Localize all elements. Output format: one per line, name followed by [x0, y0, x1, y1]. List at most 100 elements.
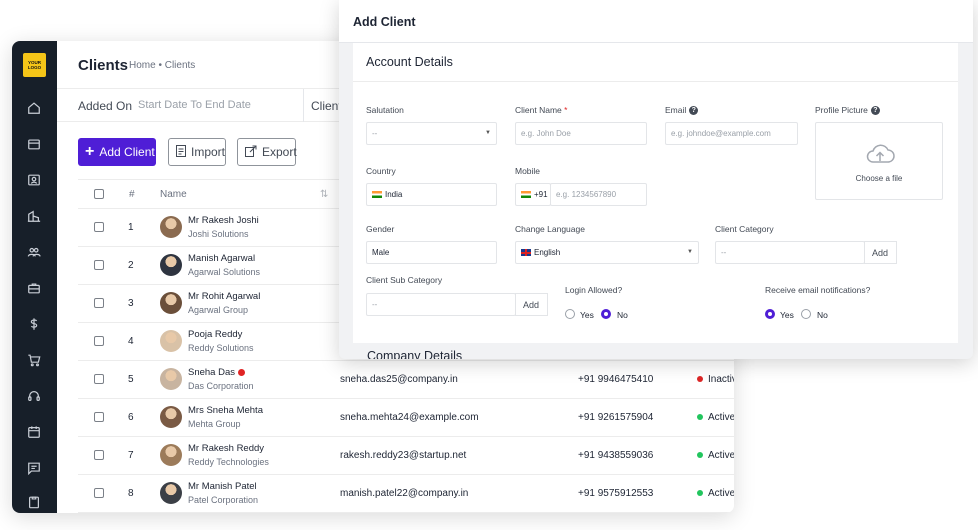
- date-range-picker[interactable]: Start Date To End Date: [138, 99, 251, 111]
- notifications-no-radio[interactable]: [801, 309, 811, 319]
- client-name[interactable]: Mrs Sneha Mehta: [188, 405, 263, 416]
- table-row[interactable]: 6 Mrs Sneha Mehta Mehta Group sneha.mehta24…: [78, 399, 734, 437]
- client-name[interactable]: Manish Agarwal: [188, 253, 255, 264]
- row-checkbox[interactable]: [94, 488, 104, 498]
- client-company: Agarwal Group: [188, 305, 249, 315]
- client-name-label-text: Client Name: [515, 105, 562, 115]
- client-company: Joshi Solutions: [188, 229, 249, 239]
- status-cell: Inactive: [697, 374, 734, 385]
- calendar-icon[interactable]: [25, 423, 43, 441]
- salutation-select[interactable]: -- ▼: [366, 122, 497, 145]
- row-checkbox[interactable]: [94, 374, 104, 384]
- notifications-yes-radio[interactable]: [765, 309, 775, 319]
- page-title: Clients: [78, 57, 129, 74]
- users-icon[interactable]: [25, 243, 43, 261]
- add-category-button[interactable]: Add: [864, 241, 897, 264]
- country-select[interactable]: India: [366, 183, 497, 206]
- table-row[interactable]: 5 Sneha Das Das Corporation sneha.das25@com…: [78, 361, 734, 399]
- client-name[interactable]: Sneha Das: [188, 367, 246, 378]
- building-icon[interactable]: [25, 207, 43, 225]
- row-checkbox[interactable]: [94, 222, 104, 232]
- avatar[interactable]: [160, 444, 182, 466]
- add-client-button[interactable]: + Add Client: [78, 138, 156, 166]
- client-filter-label[interactable]: Client: [311, 99, 342, 113]
- chevron-down-icon: ▼: [687, 249, 693, 255]
- add-sub-category-button[interactable]: Add: [515, 293, 548, 316]
- mobile-input[interactable]: e.g. 1234567890: [550, 183, 647, 206]
- profile-picture-upload[interactable]: Choose a file: [815, 122, 943, 200]
- status-dot: [697, 376, 703, 383]
- clipboard-icon[interactable]: [25, 493, 43, 511]
- client-name-input[interactable]: e.g. John Doe: [515, 122, 647, 145]
- client-mobile: +91 9438559036: [578, 450, 654, 461]
- row-checkbox[interactable]: [94, 336, 104, 346]
- avatar[interactable]: [160, 292, 182, 314]
- client-name[interactable]: Pooja Reddy: [188, 329, 242, 340]
- client-email: sneha.das25@company.in: [340, 374, 458, 385]
- row-number: 6: [128, 412, 134, 423]
- info-icon[interactable]: ?: [870, 106, 880, 116]
- table-row[interactable]: 7 Mr Rakesh Reddy Reddy Technologies rakesh…: [78, 437, 734, 475]
- export-button[interactable]: Export: [237, 138, 297, 166]
- info-icon[interactable]: ?: [689, 106, 699, 116]
- export-label: Export: [262, 145, 297, 159]
- client-sub-category-select[interactable]: --: [366, 293, 516, 316]
- login-yes-radio[interactable]: [565, 309, 575, 319]
- country-code-value: +91: [534, 190, 548, 199]
- select-all-checkbox[interactable]: [94, 189, 104, 199]
- country-label: Country: [366, 166, 396, 176]
- avatar[interactable]: [160, 368, 182, 390]
- import-button[interactable]: Import: [168, 138, 226, 166]
- avatar[interactable]: [160, 330, 182, 352]
- row-checkbox[interactable]: [94, 260, 104, 270]
- dollar-icon[interactable]: [25, 315, 43, 333]
- country-code-select[interactable]: +91: [515, 183, 551, 206]
- client-name-placeholder: e.g. John Doe: [521, 129, 571, 138]
- status-dot: [697, 490, 703, 497]
- gender-value: Male: [372, 248, 390, 257]
- client-company: Agarwal Solutions: [188, 267, 261, 277]
- change-language-label: Change Language: [515, 224, 585, 234]
- salutation-value: --: [372, 129, 378, 138]
- home-icon[interactable]: [25, 99, 43, 117]
- login-allowed-label: Login Allowed?: [565, 285, 623, 295]
- client-name[interactable]: Mr Manish Patel: [188, 481, 257, 492]
- headset-icon[interactable]: [25, 387, 43, 405]
- breadcrumb[interactable]: Home • Clients: [129, 60, 195, 71]
- email-input[interactable]: e.g. johndoe@example.com: [665, 122, 798, 145]
- row-checkbox[interactable]: [94, 298, 104, 308]
- import-icon: [176, 144, 186, 160]
- row-number: 3: [128, 298, 134, 309]
- message-icon[interactable]: [25, 459, 43, 477]
- client-category-select[interactable]: --: [715, 241, 865, 264]
- briefcase-icon[interactable]: [25, 279, 43, 297]
- contact-card-icon[interactable]: [25, 171, 43, 189]
- gender-select[interactable]: Male: [366, 241, 497, 264]
- client-name[interactable]: Mr Rakesh Joshi: [188, 215, 259, 226]
- row-checkbox[interactable]: [94, 450, 104, 460]
- avatar[interactable]: [160, 254, 182, 276]
- section-title: Account Details: [366, 55, 453, 69]
- login-no-radio[interactable]: [601, 309, 611, 319]
- cart-icon[interactable]: [25, 351, 43, 369]
- client-name[interactable]: Mr Rakesh Reddy: [188, 443, 264, 454]
- client-mobile: +91 9575912553: [578, 488, 654, 499]
- avatar[interactable]: [160, 482, 182, 504]
- account-details-card: Account Details Salutation -- ▼ Client N…: [353, 43, 958, 343]
- client-sub-category-value: --: [372, 300, 378, 309]
- avatar[interactable]: [160, 216, 182, 238]
- row-checkbox[interactable]: [94, 412, 104, 422]
- table-row[interactable]: 8 Mr Manish Patel Patel Corporation manish.…: [78, 475, 734, 513]
- language-select[interactable]: English ▼: [515, 241, 699, 264]
- company-logo[interactable]: YOUR LOGO: [23, 53, 46, 77]
- sort-icon[interactable]: ⇅: [320, 189, 328, 200]
- name-header[interactable]: Name: [160, 189, 187, 200]
- avatar[interactable]: [160, 406, 182, 428]
- row-number: 1: [128, 222, 134, 233]
- filter-divider: [303, 89, 304, 122]
- client-name-text: Mr Rakesh Reddy: [188, 443, 265, 454]
- wallet-icon[interactable]: [25, 135, 43, 153]
- client-name-text: Sneha Das: [188, 367, 236, 378]
- status-text: Active: [708, 488, 734, 499]
- client-name[interactable]: Mr Rohit Agarwal: [188, 291, 260, 302]
